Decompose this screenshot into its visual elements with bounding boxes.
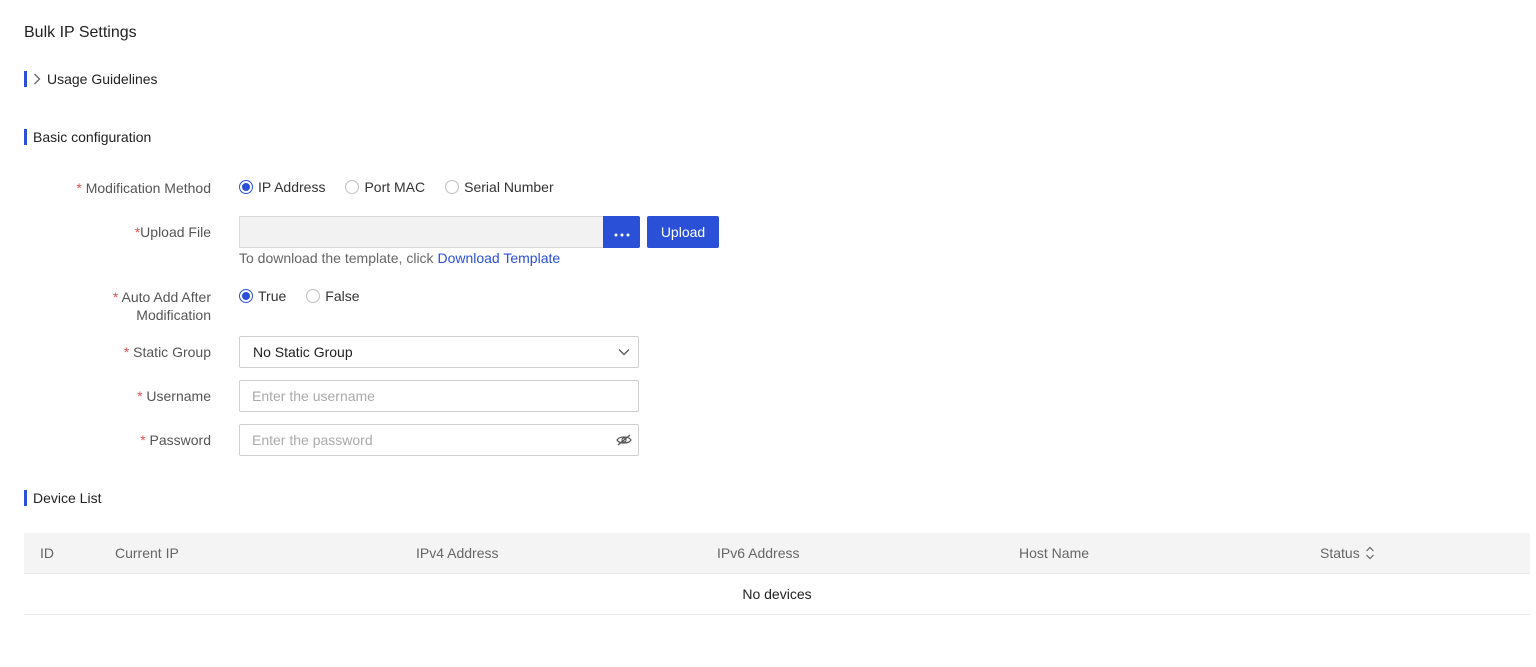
required-mark: *	[76, 180, 82, 196]
radio-label: False	[325, 288, 360, 304]
device-table: ID Current IP IPv4 Address IPv6 Address …	[24, 533, 1530, 615]
empty-text: No devices	[742, 586, 812, 602]
modification-method-label: * Modification Method	[76, 179, 211, 197]
radio-indicator[interactable]	[239, 289, 253, 303]
required-mark: *	[140, 432, 146, 448]
upload-button[interactable]: Upload	[647, 216, 719, 248]
auto-add-radio-group: True False	[239, 288, 380, 304]
username-field-wrapper	[239, 380, 639, 412]
usage-guidelines-toggle[interactable]: Usage Guidelines	[24, 71, 158, 87]
static-group-label: * Static Group	[124, 343, 211, 361]
chevron-down-icon	[610, 348, 638, 356]
section-bar	[24, 129, 27, 145]
username-label: * Username	[137, 387, 211, 405]
basic-config-label: Basic configuration	[33, 129, 152, 145]
eye-hidden-icon[interactable]	[610, 434, 638, 446]
basic-config-heading: Basic configuration	[24, 129, 151, 145]
upload-file-text: Upload File	[140, 224, 211, 240]
radio-false[interactable]: False	[306, 288, 360, 304]
radio-label: True	[258, 288, 287, 304]
chevron-right-icon	[33, 71, 45, 87]
usage-guidelines-label: Usage Guidelines	[47, 71, 158, 87]
column-header-status[interactable]: Status	[1320, 545, 1375, 561]
radio-port-mac[interactable]: Port MAC	[345, 179, 425, 195]
auto-add-label: * Auto Add After Modification	[113, 288, 211, 324]
static-group-value: No Static Group	[253, 344, 353, 360]
download-template-hint: To download the template, click Download…	[239, 250, 560, 266]
auto-add-text-line2: Modification	[136, 307, 211, 323]
radio-true[interactable]: True	[239, 288, 286, 304]
static-group-text: Static Group	[133, 344, 211, 360]
upload-file-label: *Upload File	[135, 223, 211, 241]
radio-serial-number[interactable]: Serial Number	[445, 179, 554, 195]
column-header-ipv4: IPv4 Address	[416, 545, 499, 561]
radio-ip-address[interactable]: IP Address	[239, 179, 325, 195]
password-input[interactable]	[240, 432, 610, 448]
upload-file-input[interactable]	[239, 216, 603, 248]
column-header-host-name: Host Name	[1019, 545, 1090, 561]
radio-indicator[interactable]	[345, 180, 360, 194]
modification-method-radio-group: IP Address Port MAC Serial Number	[239, 179, 574, 195]
table-header: ID Current IP IPv4 Address IPv6 Address …	[24, 533, 1530, 574]
empty-row: No devices	[24, 574, 1530, 615]
section-bar	[24, 490, 27, 506]
static-group-select[interactable]: No Static Group	[239, 336, 639, 368]
required-mark: *	[137, 388, 143, 404]
device-list-label: Device List	[33, 490, 102, 506]
hint-text: To download the template, click	[239, 250, 438, 266]
sort-icon[interactable]	[1365, 546, 1375, 560]
radio-indicator[interactable]	[306, 289, 321, 303]
page-title: Bulk IP Settings	[24, 24, 137, 41]
password-field-wrapper	[239, 424, 639, 456]
column-header-ipv6: IPv6 Address	[717, 545, 800, 561]
username-text: Username	[146, 388, 211, 404]
username-input[interactable]	[240, 388, 638, 404]
column-header-id: ID	[40, 545, 54, 561]
ellipsis-icon	[614, 224, 630, 240]
browse-file-button[interactable]	[603, 216, 640, 248]
auto-add-text-line1: Auto Add After	[121, 289, 211, 305]
required-mark: *	[112, 289, 119, 305]
modification-method-text: Modification Method	[85, 180, 211, 196]
radio-indicator[interactable]	[239, 180, 253, 194]
radio-indicator[interactable]	[445, 180, 460, 194]
password-text: Password	[149, 432, 211, 448]
radio-label: Port MAC	[364, 179, 426, 195]
password-label: * Password	[140, 431, 211, 449]
radio-label: Serial Number	[464, 179, 554, 195]
required-mark: *	[123, 344, 130, 360]
section-bar	[24, 71, 27, 87]
device-list-heading: Device List	[24, 490, 101, 506]
radio-label: IP Address	[258, 179, 326, 195]
download-template-link[interactable]: Download Template	[437, 250, 560, 266]
status-header-text: Status	[1320, 545, 1360, 561]
column-header-current-ip: Current IP	[115, 545, 179, 561]
